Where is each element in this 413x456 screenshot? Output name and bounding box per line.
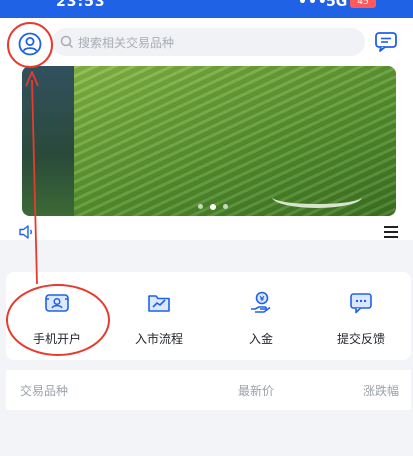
annotation-arrow (25, 71, 39, 285)
